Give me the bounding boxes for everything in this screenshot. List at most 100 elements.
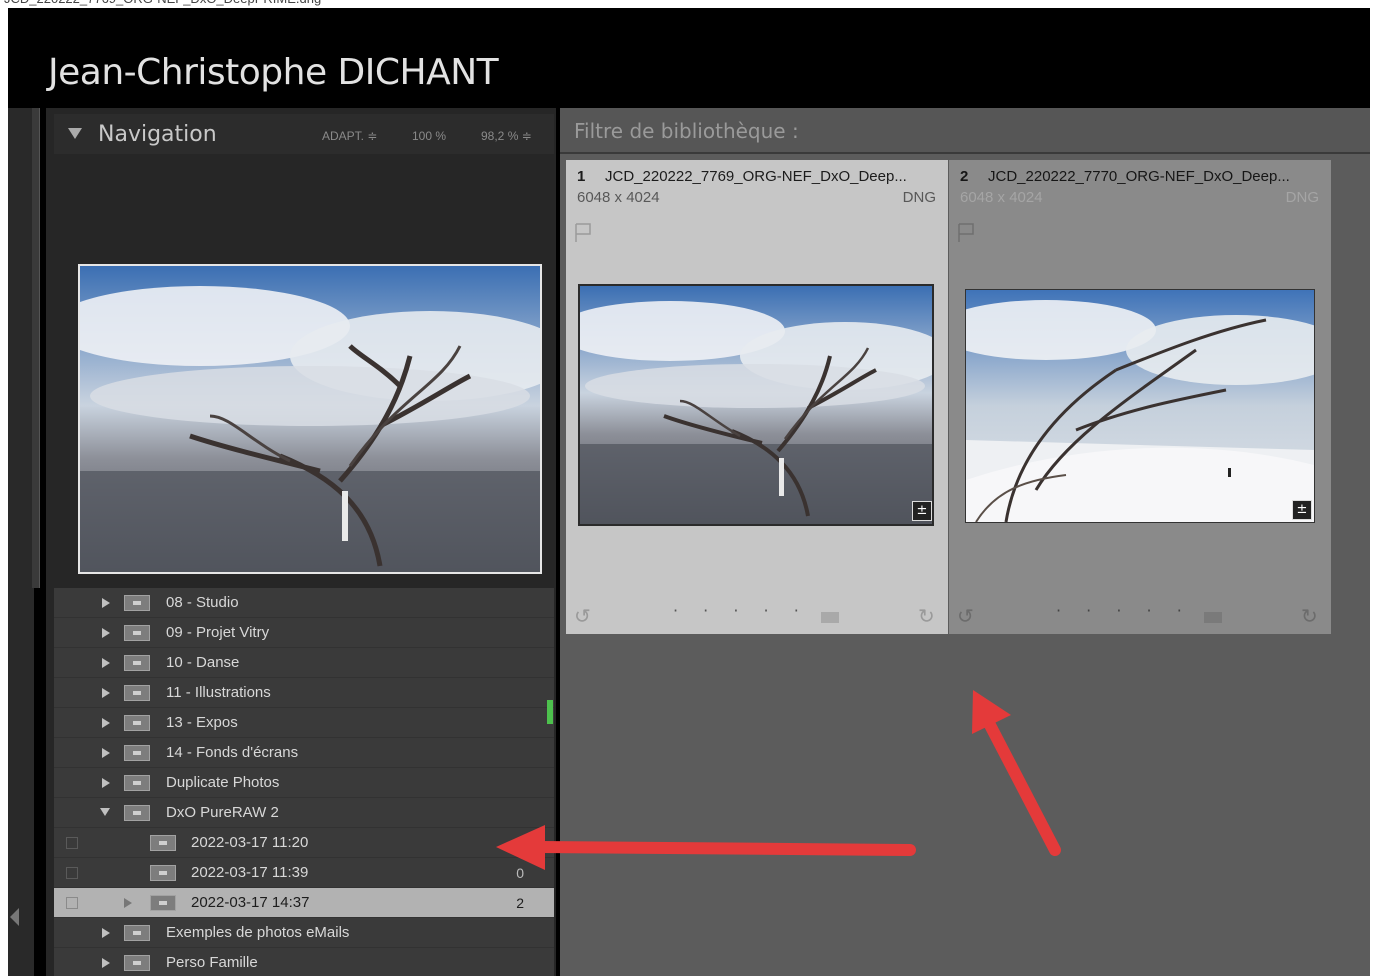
cell-format: DNG: [1285, 189, 1319, 206]
thumbnail-image[interactable]: ±: [578, 284, 934, 526]
folder-row[interactable]: 09 - Projet Vitry: [54, 618, 554, 648]
folder-icon: [124, 955, 150, 971]
navigator-preview-area: [54, 154, 554, 586]
folder-label: Duplicate Photos: [166, 774, 280, 791]
folder-label: 14 - Fonds d'écrans: [166, 744, 299, 761]
color-label-icon[interactable]: [1204, 612, 1222, 623]
frosted-tree-photo: [80, 266, 540, 572]
folder-row[interactable]: Perso Famille: [54, 948, 554, 976]
folder-label: 2022-03-17 11:39: [191, 864, 309, 881]
navigator-preview-image[interactable]: [78, 264, 542, 574]
library-filter-bar[interactable]: Filtre de bibliothèque :: [560, 108, 1370, 154]
expand-triangle-icon[interactable]: [102, 658, 110, 668]
subfolder-row[interactable]: 2022-03-17 11:39 0: [54, 858, 554, 888]
expand-triangle-icon[interactable]: [124, 898, 132, 908]
folder-icon: [124, 805, 150, 821]
cell-format: DNG: [902, 189, 936, 206]
folder-icon: [124, 595, 150, 611]
folder-icon: [124, 655, 150, 671]
folder-icon: [150, 835, 176, 851]
rotate-right-icon[interactable]: ↻: [1301, 604, 1318, 628]
expand-triangle-icon[interactable]: [102, 958, 110, 968]
rating-stars[interactable]: · · · · ·: [1056, 601, 1192, 620]
cell-filename: JCD_220222_7770_ORG-NEF_DxO_Deep...: [988, 168, 1290, 185]
folder-row[interactable]: DxO PureRAW 2: [54, 798, 554, 828]
folder-label: DxO PureRAW 2: [166, 804, 279, 821]
expand-triangle-icon[interactable]: [102, 748, 110, 758]
rotate-left-icon[interactable]: ↺: [957, 604, 974, 628]
grid-cell-selected[interactable]: 1 JCD_220222_7769_ORG-NEF_DxO_Deep... 60…: [566, 160, 948, 634]
rotate-right-icon[interactable]: ↻: [918, 604, 935, 628]
grid-cell[interactable]: 2 JCD_220222_7770_ORG-NEF_DxO_Deep... 60…: [949, 160, 1331, 634]
folder-label: 2022-03-17 11:20: [191, 834, 309, 851]
sync-checkbox[interactable]: [66, 867, 78, 879]
cell-index: 1: [577, 168, 586, 185]
folder-row[interactable]: 11 - Illustrations: [54, 678, 554, 708]
zoom-fit-button[interactable]: ADAPT. ≑: [322, 129, 377, 143]
folder-icon: [124, 925, 150, 941]
rating-stars[interactable]: · · · · ·: [673, 601, 809, 620]
folder-label: Perso Famille: [166, 954, 258, 971]
navigator-header[interactable]: Navigation ADAPT. ≑ 100 % 98,2 % ≑: [54, 114, 554, 154]
cell-filename: JCD_220222_7769_ORG-NEF_DxO_Deep...: [605, 168, 907, 185]
folder-row[interactable]: 13 - Expos: [54, 708, 554, 738]
folder-label: 09 - Projet Vitry: [166, 624, 270, 641]
folder-row[interactable]: 14 - Fonds d'écrans: [54, 738, 554, 768]
folder-count: 0: [516, 865, 524, 881]
collapse-triangle-icon[interactable]: [68, 128, 82, 139]
scrollbar-marker[interactable]: [547, 700, 553, 724]
folder-row[interactable]: Exemples de photos eMails: [54, 918, 554, 948]
folder-row[interactable]: 10 - Danse: [54, 648, 554, 678]
color-label-icon[interactable]: [821, 612, 839, 623]
folder-label: 10 - Danse: [166, 654, 240, 671]
expand-triangle-icon[interactable]: [102, 598, 110, 608]
folder-icon: [150, 895, 176, 911]
lightroom-window: Jean-Christophe DICHANT Navigation ADAPT…: [8, 8, 1370, 976]
folder-label: 11 - Illustrations: [166, 684, 271, 701]
edited-badge-icon[interactable]: ±: [1292, 500, 1312, 520]
folder-label: 08 - Studio: [166, 594, 239, 611]
folder-label: 13 - Expos: [166, 714, 238, 731]
panel-scroll-track[interactable]: [32, 108, 40, 588]
sync-checkbox[interactable]: [66, 897, 78, 909]
folder-icon: [124, 745, 150, 761]
identity-plate: Jean-Christophe DICHANT: [48, 52, 499, 93]
folder-icon: [124, 685, 150, 701]
cell-dimensions: 6048 x 4024: [960, 189, 1043, 206]
folders-tree: 08 - Studio 09 - Projet Vitry 10 - Danse…: [54, 588, 554, 976]
cell-dimensions: 6048 x 4024: [577, 189, 660, 206]
subfolder-row-selected[interactable]: 2022-03-17 14:37 2: [54, 888, 554, 918]
expand-triangle-icon[interactable]: [102, 688, 110, 698]
folder-count: 2: [516, 895, 524, 911]
rotate-left-icon[interactable]: ↺: [574, 604, 591, 628]
expand-triangle-icon[interactable]: [102, 778, 110, 788]
cell-index: 2: [960, 168, 969, 185]
folder-icon: [150, 865, 176, 881]
expand-triangle-icon[interactable]: [102, 628, 110, 638]
frosted-tree-photo: [580, 286, 932, 524]
folder-label: Exemples de photos eMails: [166, 924, 350, 941]
folder-icon: [124, 715, 150, 731]
zoom-100-button[interactable]: 100 %: [412, 129, 446, 143]
folder-icon: [124, 775, 150, 791]
snowy-hill-tree-photo: [966, 290, 1314, 522]
flag-icon[interactable]: [957, 222, 975, 244]
expand-triangle-icon[interactable]: [102, 928, 110, 938]
truncated-caption: JCD_220222_7769_ORG-NEF_DxO_DeepPRIME.dn…: [0, 0, 1375, 8]
zoom-custom-button[interactable]: 98,2 % ≑: [481, 129, 532, 143]
collapse-triangle-icon[interactable]: [100, 808, 110, 816]
collapse-panel-arrow-icon[interactable]: [10, 908, 19, 926]
library-filter-label: Filtre de bibliothèque :: [574, 119, 799, 143]
subfolder-row[interactable]: 2022-03-17 11:20 0: [54, 828, 554, 858]
folder-label: 2022-03-17 14:37: [191, 894, 310, 911]
folder-icon: [124, 625, 150, 641]
thumbnail-image[interactable]: ±: [965, 289, 1315, 523]
edited-badge-icon[interactable]: ±: [912, 501, 932, 521]
sync-checkbox[interactable]: [66, 837, 78, 849]
grid-view-area: Filtre de bibliothèque : 1 JCD_220222_77…: [560, 108, 1370, 976]
flag-icon[interactable]: [574, 222, 592, 244]
folder-row[interactable]: Duplicate Photos: [54, 768, 554, 798]
folder-row[interactable]: 08 - Studio: [54, 588, 554, 618]
expand-triangle-icon[interactable]: [102, 718, 110, 728]
left-panel-edge[interactable]: [8, 108, 40, 976]
